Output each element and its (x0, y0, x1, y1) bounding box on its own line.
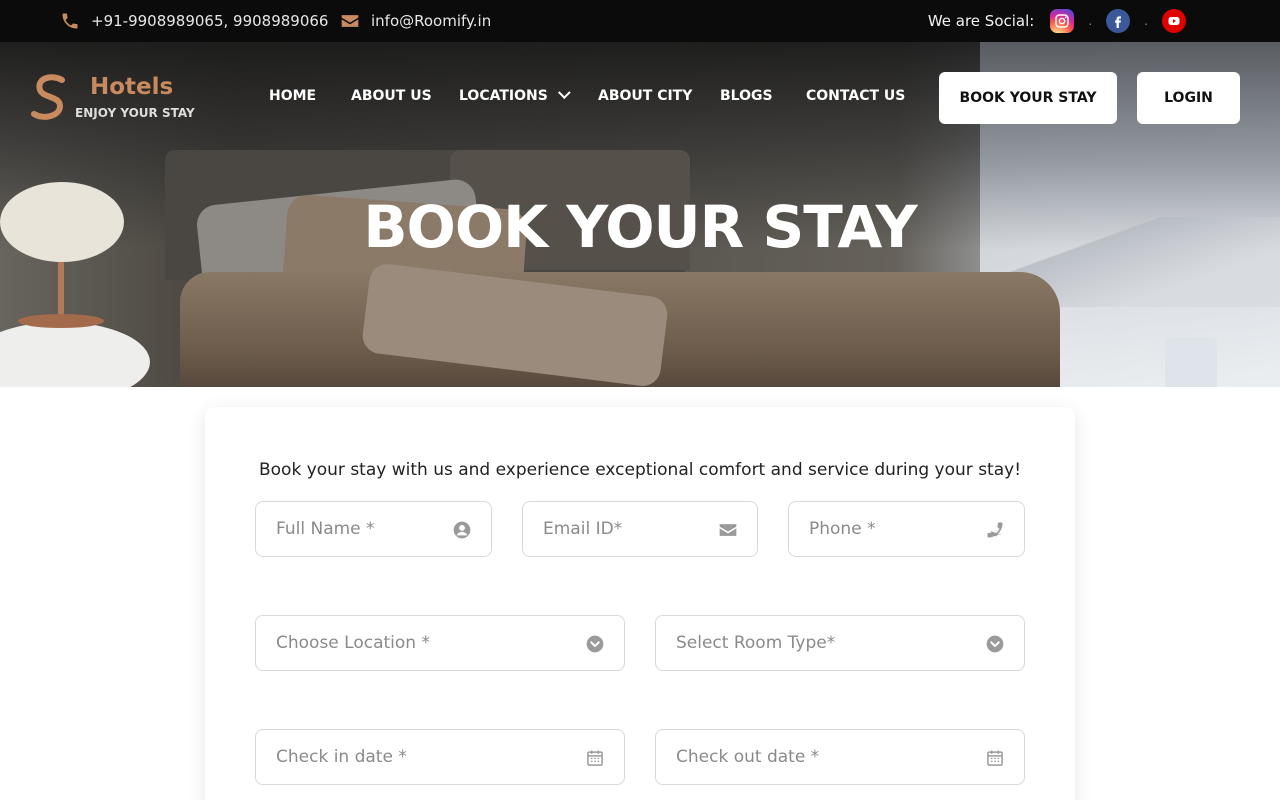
topbar-email[interactable]: info@Roomify.in (340, 0, 491, 42)
top-bar: +91-9908989065, 9908989066 info@Roomify.… (0, 0, 1280, 42)
brand-title: Hotels (90, 74, 174, 100)
check-out-placeholder: Check out date * (676, 747, 820, 767)
topbar-phone[interactable]: +91-9908989065, 9908989066 (60, 0, 328, 42)
location-placeholder: Choose Location * (276, 633, 430, 653)
nav-item-about-city[interactable]: ABOUT CITY (598, 88, 692, 104)
phone-placeholder: Phone * (809, 519, 876, 539)
hero-jar (1165, 337, 1217, 387)
full-name-placeholder: Full Name * (276, 519, 375, 539)
booking-form-card: Book your stay with us and experience ex… (205, 407, 1075, 800)
envelope-icon (341, 15, 359, 27)
room-type-select[interactable]: Select Room Type* (655, 615, 1025, 671)
nav-item-locations-label: LOCATIONS (459, 88, 548, 104)
calendar-icon (587, 750, 603, 766)
book-your-stay-button[interactable]: BOOK YOUR STAY (939, 72, 1117, 124)
social-separator: . (1144, 14, 1148, 28)
phone-icon (62, 13, 78, 29)
check-in-date-field[interactable]: Check in date * (255, 729, 625, 785)
page-title: BOOK YOUR STAY (363, 193, 917, 261)
nav-item-about-us[interactable]: ABOUT US (351, 88, 432, 104)
instagram-icon[interactable] (1050, 9, 1075, 33)
room-type-placeholder: Select Room Type* (676, 633, 836, 653)
user-circle-icon (453, 521, 471, 539)
check-in-placeholder: Check in date * (276, 747, 407, 767)
hero-side-table (0, 322, 150, 387)
phone-icon (987, 522, 1003, 538)
full-name-field[interactable]: Full Name * (255, 501, 492, 557)
chevron-circle-icon (586, 635, 604, 653)
login-button[interactable]: LOGIN (1137, 72, 1240, 124)
nav-item-blogs[interactable]: BLOGS (720, 88, 773, 104)
nav-item-contact-us[interactable]: CONTACT US (806, 88, 905, 104)
social-label: We are Social: (927, 12, 1035, 30)
check-out-date-field[interactable]: Check out date * (655, 729, 1025, 785)
email-placeholder: Email ID* (543, 519, 623, 539)
logo-mark-icon (31, 74, 65, 120)
topbar-phone-text: +91-9908989065, 9908989066 (91, 12, 329, 30)
email-field[interactable]: Email ID* (522, 501, 758, 557)
social-links: We are Social: . . (928, 0, 1186, 42)
hero-lamp-base (18, 314, 104, 328)
calendar-icon (987, 750, 1003, 766)
phone-field[interactable]: Phone * (788, 501, 1025, 557)
form-intro-text: Book your stay with us and experience ex… (258, 460, 1022, 480)
facebook-icon[interactable] (1106, 9, 1131, 33)
nav-item-home[interactable]: HOME (269, 88, 316, 104)
chevron-circle-icon (986, 635, 1004, 653)
brand-tagline: ENJOY YOUR STAY (75, 106, 195, 120)
location-select[interactable]: Choose Location * (255, 615, 625, 671)
hero-lamp-stem (58, 257, 64, 317)
envelope-icon (719, 524, 737, 536)
nav-item-locations[interactable]: LOCATIONS (459, 86, 571, 104)
social-separator: . (1088, 14, 1093, 28)
youtube-icon[interactable] (1162, 9, 1186, 33)
topbar-email-text: info@Roomify.in (371, 12, 492, 30)
